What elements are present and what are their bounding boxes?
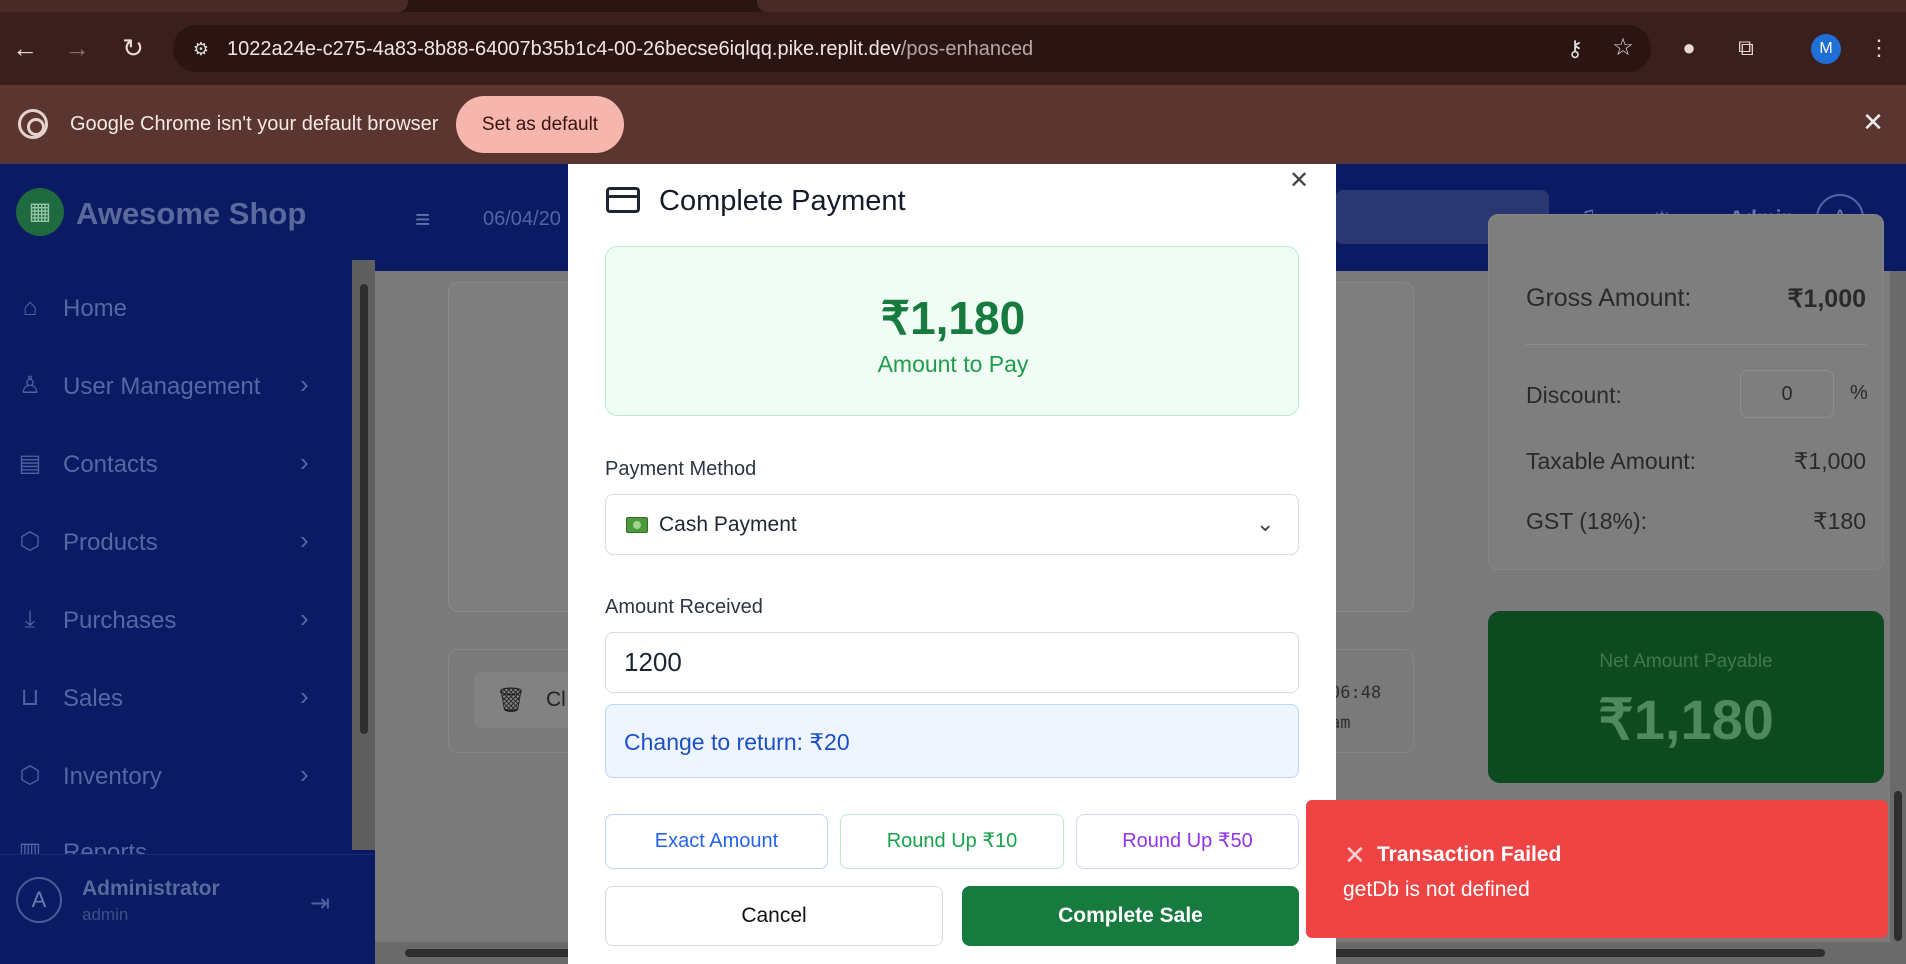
chevron-right-icon: › xyxy=(300,759,309,789)
url-text[interactable]: 1022a24e-c275-4a83-8b88-64007b35b1c4-00-… xyxy=(227,38,1033,61)
site-settings-icon[interactable]: ⚙ xyxy=(187,35,215,63)
change-to-return-text: Change to return: ₹20 xyxy=(624,729,850,755)
chevron-right-icon: › xyxy=(300,369,309,399)
chevron-right-icon: › xyxy=(300,525,309,555)
sidebar-item-contacts[interactable]: ▤ Contacts › xyxy=(0,436,340,492)
logout-icon[interactable]: ⇥ xyxy=(310,889,330,918)
net-amount-card: Net Amount Payable ₹1,180 xyxy=(1488,611,1884,783)
default-browser-infobar: Google Chrome isn't your default browser… xyxy=(0,85,1906,164)
set-default-button[interactable]: Set as default xyxy=(456,96,624,153)
browser-toolbar: ← → ↻ ⚙ 1022a24e-c275-4a83-8b88-64007b35… xyxy=(0,12,1906,85)
chevron-down-icon: ⌄ xyxy=(1256,511,1275,536)
user-role: admin xyxy=(82,905,129,924)
forward-icon[interactable]: → xyxy=(63,34,91,62)
chrome-icon xyxy=(18,109,48,139)
contacts-icon: ▤ xyxy=(18,450,42,477)
chart-icon: ▥ xyxy=(18,838,42,854)
scrollbar-thumb[interactable] xyxy=(360,284,368,734)
main-vertical-scrollbar[interactable] xyxy=(1890,271,1906,942)
amount-to-pay-label: Amount to Pay xyxy=(877,351,1029,377)
box-icon: ⬡ xyxy=(19,762,41,789)
reload-icon[interactable]: ↻ xyxy=(119,34,147,62)
chevron-right-icon: › xyxy=(300,681,309,711)
sidebar-item-inventory[interactable]: ⬡ Inventory › xyxy=(0,748,340,804)
home-icon: ⌂ xyxy=(22,294,38,321)
round-up-50-button[interactable]: Round Up ₹50 xyxy=(1076,814,1299,869)
browser-tab[interactable] xyxy=(757,0,1906,12)
toast-title: Transaction Failed xyxy=(1377,843,1562,866)
sidebar-item-reports[interactable]: ▥ Reports xyxy=(0,824,340,854)
tab-strip xyxy=(0,0,1906,12)
scrollbar-thumb[interactable] xyxy=(1894,791,1902,941)
close-icon[interactable]: ✕ xyxy=(1284,166,1314,196)
payment-method-label: Payment Method xyxy=(605,458,757,480)
cookie-extension-icon[interactable]: ● xyxy=(1674,33,1704,63)
brand-name: Awesome Shop xyxy=(76,196,307,231)
round-up-10-button[interactable]: Round Up ₹10 xyxy=(840,814,1064,869)
infobar-message: Google Chrome isn't your default browser xyxy=(70,113,439,135)
profile-avatar[interactable]: M xyxy=(1811,34,1841,64)
payment-method-select[interactable]: Cash Payment ⌄ xyxy=(605,494,1299,555)
sidebar-item-sales[interactable]: ⊔ Sales › xyxy=(0,670,340,726)
kebab-menu-icon[interactable]: ⋮ xyxy=(1864,33,1894,63)
extensions-puzzle-icon[interactable]: ⧉ xyxy=(1731,33,1761,63)
change-to-return-box: Change to return: ₹20 xyxy=(605,704,1299,778)
sidebar-scrollbar[interactable] xyxy=(352,260,375,850)
sidebar-item-purchases[interactable]: ⤓ Purchases › xyxy=(0,592,340,648)
exact-amount-button[interactable]: Exact Amount xyxy=(605,814,828,869)
gst-row: GST (18%): ₹180 xyxy=(1526,508,1866,534)
taxable-amount-row: Taxable Amount: ₹1,000 xyxy=(1526,448,1866,474)
payment-modal: ✕ Complete Payment ₹1,180 Amount to Pay … xyxy=(568,164,1336,964)
bag-icon: ⊔ xyxy=(20,684,40,711)
hamburger-menu-icon[interactable]: ≡ xyxy=(415,204,430,235)
chevron-right-icon: › xyxy=(300,447,309,477)
complete-sale-button[interactable]: Complete Sale xyxy=(962,886,1299,946)
sidebar-item-home[interactable]: ⌂ Home xyxy=(0,280,340,336)
amount-received-label: Amount Received xyxy=(605,596,763,618)
toast-message: getDb is not defined xyxy=(1343,878,1530,901)
password-key-icon[interactable]: ⚷ xyxy=(1561,35,1589,63)
modal-title: Complete Payment xyxy=(659,185,906,217)
sidebar-user-footer: A Administrator admin ⇥ xyxy=(0,854,375,964)
sidebar-item-user-management[interactable]: ♙ User Management › xyxy=(0,358,340,414)
amount-received-input[interactable] xyxy=(605,632,1299,693)
date-display: 06/04/20 xyxy=(483,208,561,230)
user-icon: ♙ xyxy=(19,372,41,399)
box-icon: ⬡ xyxy=(19,528,41,555)
sidebar-item-products[interactable]: ⬡ Products › xyxy=(0,514,340,570)
payment-method-value: Cash Payment xyxy=(659,513,797,536)
credit-card-icon xyxy=(606,187,640,213)
cancel-button[interactable]: Cancel xyxy=(605,886,943,946)
user-name: Administrator xyxy=(82,877,220,900)
discount-unit: % xyxy=(1850,382,1868,404)
chevron-right-icon: › xyxy=(300,603,309,633)
amount-to-pay-value: ₹1,180 xyxy=(880,292,1026,344)
divider xyxy=(1526,344,1866,345)
timestamp: 06:48 am xyxy=(1330,683,1382,733)
download-icon: ⤓ xyxy=(24,606,36,633)
address-bar[interactable]: ⚙ 1022a24e-c275-4a83-8b88-64007b35b1c4-0… xyxy=(173,25,1651,72)
sidebar: Awesome Shop ⌂ Home ♙ User Management › … xyxy=(0,164,375,964)
back-icon[interactable]: ← xyxy=(11,34,39,62)
amount-to-pay-box: ₹1,180 Amount to Pay xyxy=(605,246,1299,416)
cash-money-icon xyxy=(626,517,648,533)
calculator-logo-icon xyxy=(16,188,64,236)
trash-icon: 🗑 xyxy=(496,687,527,714)
infobar-close-icon[interactable]: ✕ xyxy=(1858,107,1888,137)
error-toast: ✕ Transaction Failed getDb is not define… xyxy=(1306,800,1888,938)
error-x-icon: ✕ xyxy=(1344,840,1366,870)
gross-amount-row: Gross Amount: ₹1,000 xyxy=(1526,284,1866,313)
discount-input[interactable]: 0 xyxy=(1740,370,1834,418)
bookmark-star-icon[interactable]: ☆ xyxy=(1609,34,1637,62)
avatar: A xyxy=(16,877,62,923)
browser-tab[interactable] xyxy=(0,0,408,12)
